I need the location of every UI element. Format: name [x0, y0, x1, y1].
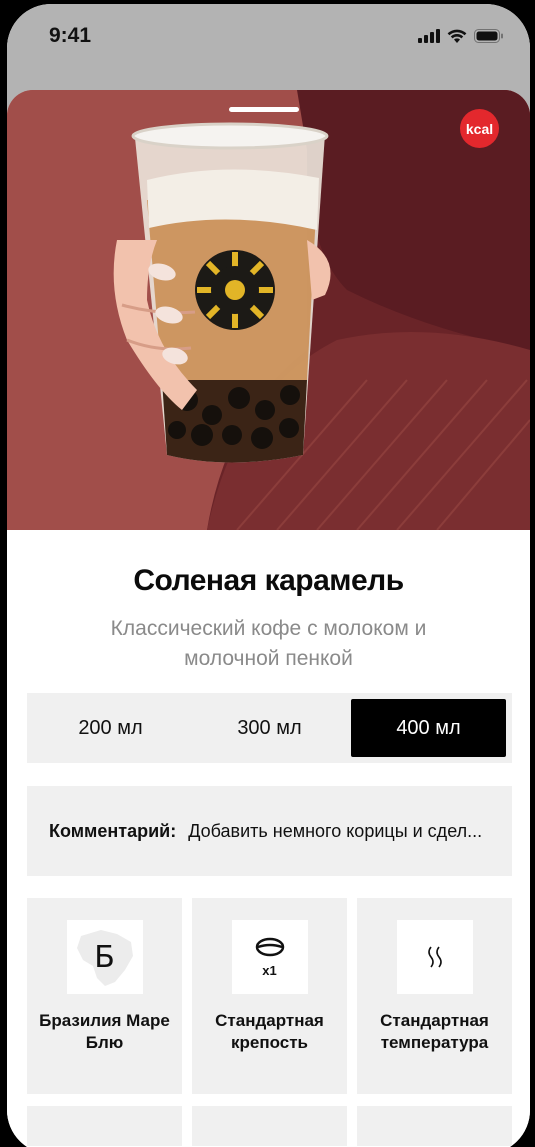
- wifi-icon: [447, 29, 467, 43]
- option-card-temperature[interactable]: Стандартная температура: [357, 898, 512, 1094]
- option-card-more-3[interactable]: [357, 1106, 512, 1146]
- product-photo: kcal: [7, 90, 530, 530]
- strength-multiplier: x1: [262, 962, 277, 978]
- brazil-map-icon: Б: [66, 920, 143, 994]
- option-card-more-2[interactable]: [192, 1106, 347, 1146]
- product-subtitle: Классический кофе с молоком и молочной п…: [110, 617, 427, 670]
- size-option-400[interactable]: 400 мл: [351, 699, 506, 757]
- size-option-300[interactable]: 300 мл: [192, 699, 347, 757]
- status-bar: 9:41: [7, 4, 530, 68]
- product-sheet: kcal Соленая карамель Классический кофе …: [7, 90, 530, 1147]
- comment-field[interactable]: Комментарий: Добавить немного корицы и с…: [27, 786, 512, 876]
- status-time: 9:41: [49, 24, 92, 47]
- steam-icon: [396, 920, 473, 994]
- options-grid: Б Бразилия Маре Блю x1 Стандартная крепо…: [27, 898, 512, 1146]
- option-label-strength: Стандартная крепость: [215, 1011, 324, 1052]
- origin-letter: Б: [94, 939, 115, 975]
- bubble-tea-photo: [7, 90, 530, 530]
- sheet-grabber[interactable]: [229, 107, 299, 112]
- size-selector: 200 мл 300 мл 400 мл: [27, 693, 512, 763]
- comment-label: Комментарий:: [49, 820, 177, 841]
- status-icons: [418, 29, 504, 44]
- option-card-more-1[interactable]: [27, 1106, 182, 1146]
- battery-icon: [474, 29, 503, 43]
- option-card-origin[interactable]: Б Бразилия Маре Блю: [27, 898, 182, 1094]
- coffee-bean-icon: x1: [231, 920, 308, 994]
- kcal-badge[interactable]: kcal: [460, 109, 499, 148]
- option-label-origin: Бразилия Маре Блю: [39, 1011, 170, 1052]
- cellular-signal-icon: [418, 29, 440, 43]
- option-label-temperature: Стандартная температура: [380, 1011, 489, 1052]
- product-title: Соленая карамель: [133, 564, 404, 597]
- option-card-strength[interactable]: x1 Стандартная крепость: [192, 898, 347, 1094]
- comment-text: Добавить немного корицы и сдел...: [188, 820, 483, 841]
- size-option-200[interactable]: 200 мл: [33, 699, 188, 757]
- phone-screen: 9:41 kcal Соленая карамель Классический …: [7, 4, 530, 1147]
